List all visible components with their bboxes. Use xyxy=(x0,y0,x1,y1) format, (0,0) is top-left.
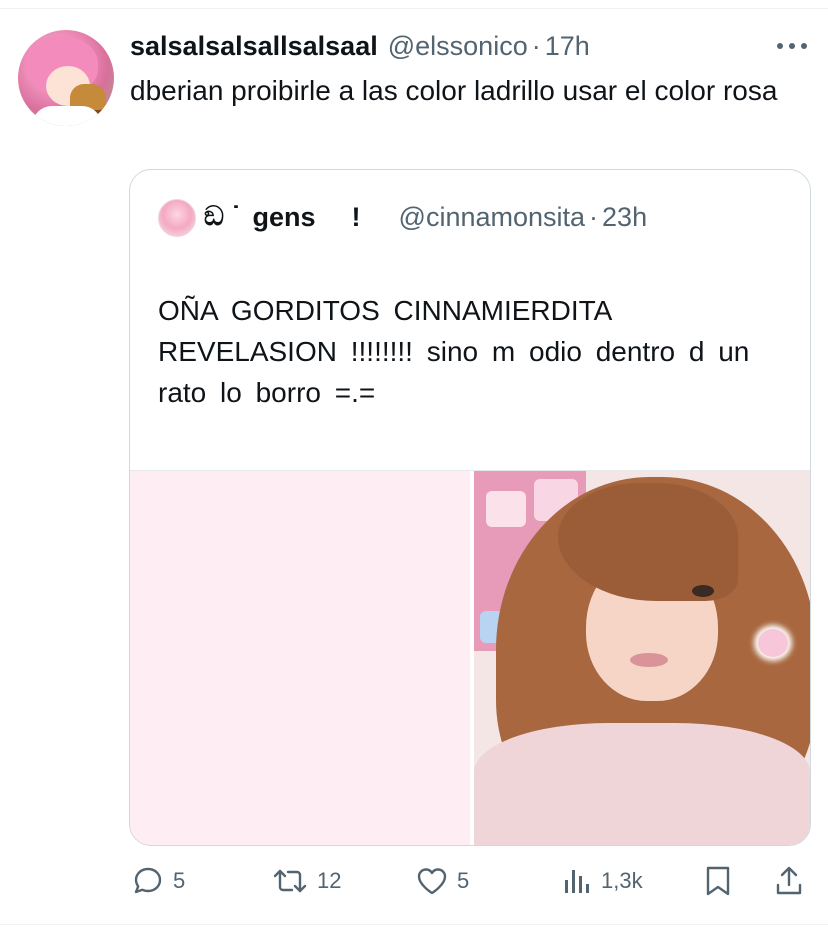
heart-sticker-icon xyxy=(758,629,788,657)
photo-eye xyxy=(692,585,714,597)
tweet-header: salsalsalsallsalsaal @elssonico · 17h xyxy=(130,30,590,62)
tweet-text: dberian proibirle a las color ladrillo u… xyxy=(130,75,778,106)
avatar-shirt xyxy=(32,106,102,126)
repost-button[interactable]: 12 xyxy=(272,860,341,902)
quoted-author-name-suffix[interactable]: ! xyxy=(352,202,361,233)
repost-icon xyxy=(273,869,307,893)
author-display-name[interactable]: salsalsalsallsalsaal xyxy=(130,31,378,62)
quoted-tweet-timestamp[interactable]: 23h xyxy=(602,202,647,233)
share-button[interactable] xyxy=(774,860,804,902)
top-divider xyxy=(0,8,828,9)
reply-icon xyxy=(134,867,162,894)
media-image-selfie[interactable] xyxy=(474,471,810,845)
tweet-timestamp[interactable]: 17h xyxy=(545,31,590,62)
quoted-media-grid xyxy=(130,470,810,845)
views-button[interactable]: 1,3k xyxy=(562,860,643,902)
like-button[interactable]: 5 xyxy=(416,860,469,902)
poster-sticker xyxy=(486,491,526,527)
share-icon xyxy=(776,866,802,895)
repost-count: 12 xyxy=(317,868,342,893)
author-handle[interactable]: @elssonico xyxy=(388,31,528,62)
media-image-pink[interactable] xyxy=(130,471,470,845)
reply-button[interactable]: 5 xyxy=(132,860,185,902)
tweet-action-bar: 5 12 5 1,3k xyxy=(0,860,828,902)
quoted-author-name-prefix[interactable]: ඞ ˙ xyxy=(204,201,241,233)
author-avatar[interactable] xyxy=(18,30,114,126)
quoted-author-handle[interactable]: @cinnamonsita xyxy=(399,202,586,233)
bookmark-button[interactable] xyxy=(704,860,732,902)
like-count: 5 xyxy=(457,868,470,893)
like-icon xyxy=(417,868,447,895)
bookmark-icon xyxy=(706,866,730,896)
quoted-tweet-text: OÑA GORDITOS CINNAMIERDITA REVELASION !!… xyxy=(158,295,750,408)
quoted-author-name[interactable]: gens xyxy=(253,202,316,233)
view-count: 1,3k xyxy=(601,868,643,893)
reply-count: 5 xyxy=(173,868,186,893)
views-icon xyxy=(565,870,589,893)
more-icon[interactable] xyxy=(776,40,808,52)
photo-sweater xyxy=(474,723,810,845)
header-separator: · xyxy=(531,30,541,61)
quoted-tweet-header: ඞ ˙ gens ! @cinnamonsita · 23h xyxy=(204,198,647,236)
bottom-divider xyxy=(0,924,828,925)
quoted-header-separator: · xyxy=(589,201,599,232)
photo-lips xyxy=(630,653,668,667)
quoted-tweet-card[interactable]: ඞ ˙ gens ! @cinnamonsita · 23h OÑA GORDI… xyxy=(129,169,811,846)
quoted-author-avatar[interactable] xyxy=(158,199,196,237)
